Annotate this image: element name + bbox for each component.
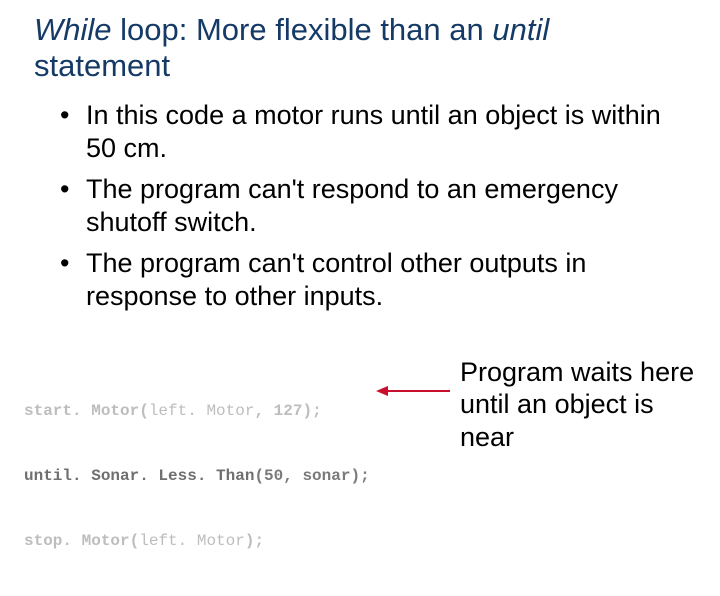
code-line-1: start. Motor(left. Motor, 127);: [24, 401, 370, 423]
code-line-3: stop. Motor(left. Motor);: [24, 531, 370, 553]
title-italic-while: While: [34, 12, 112, 47]
annotation-text: Program waits here until an object is ne…: [460, 356, 700, 453]
bullet-item: In this code a motor runs until an objec…: [60, 99, 680, 165]
title-seg2: statement: [34, 48, 170, 83]
title-italic-until: until: [492, 12, 549, 47]
bullet-item: The program can't control other outputs …: [60, 247, 680, 313]
bullet-item: The program can't respond to an emergenc…: [60, 173, 680, 239]
bullet-list: In this code a motor runs until an objec…: [0, 87, 720, 313]
arrow-icon: [376, 386, 450, 396]
code-block: start. Motor(left. Motor, 127); until. S…: [24, 358, 370, 596]
slide-title: While loop: More flexible than an until …: [0, 0, 720, 87]
title-seg1: loop: More flexible than an: [112, 12, 493, 47]
code-line-2: until. Sonar. Less. Than(50, sonar);: [24, 466, 370, 488]
